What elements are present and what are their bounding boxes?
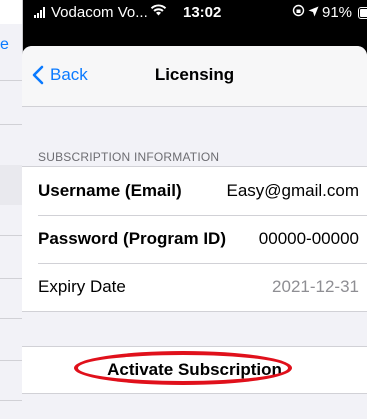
clock: 13:02 (183, 4, 222, 21)
username-value[interactable]: Easy@gmail.com (226, 181, 359, 201)
password-row[interactable]: Password (Program ID) 00000-00000 (22, 215, 367, 263)
background-divider (0, 278, 22, 279)
background-divider (0, 80, 22, 81)
background-divider (0, 318, 22, 319)
background-band (0, 165, 22, 205)
navigation-bar: Back Licensing (22, 46, 367, 107)
battery-percent: 91% (322, 4, 353, 21)
activate-subscription-button[interactable]: Activate Subscription (22, 360, 367, 380)
activate-cell[interactable]: Activate Subscription (22, 346, 367, 394)
licensing-sheet: Back Licensing SUBSCRIPTION INFORMATION … (22, 46, 367, 419)
background-divider (0, 360, 22, 361)
background-divider (0, 400, 22, 401)
background-status-area (0, 0, 22, 24)
expiry-label: Expiry Date (38, 277, 126, 296)
page-title: Licensing (154, 65, 235, 84)
signal-icon (34, 7, 45, 18)
carrier-info: Vodacom Vo... (34, 4, 148, 21)
section-header: SUBSCRIPTION INFORMATION (38, 150, 220, 164)
background-partial-text: e (0, 36, 9, 53)
username-row[interactable]: Username (Email) Easy@gmail.com (22, 167, 367, 215)
expiry-value: 2021-12-31 (272, 277, 359, 296)
status-right: 91% (292, 4, 367, 21)
expiry-row: Expiry Date 2021-12-31 (22, 263, 367, 311)
status-bar: Vodacom Vo... 13:02 91% (22, 0, 367, 24)
carrier-name: Vodacom Vo... (51, 4, 148, 21)
location-icon (308, 4, 319, 21)
password-label: Password (Program ID) (38, 229, 226, 248)
subscription-info-group: Username (Email) Easy@gmail.com Password… (22, 166, 367, 312)
background-divider (0, 124, 22, 125)
background-divider (0, 235, 22, 236)
battery-icon (358, 6, 367, 19)
password-value[interactable]: 00000-00000 (259, 229, 359, 249)
username-label: Username (Email) (38, 181, 182, 200)
wifi-icon (150, 3, 167, 20)
lock-rotation-icon (292, 4, 305, 21)
background-screen-edge: e (0, 0, 23, 419)
